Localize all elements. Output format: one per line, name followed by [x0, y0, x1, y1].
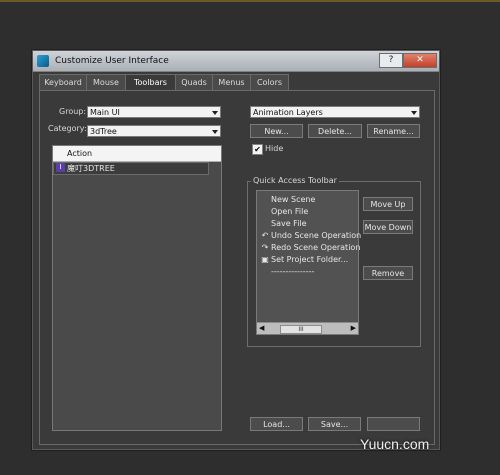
remove-button[interactable]: Remove	[363, 266, 413, 280]
scroll-left-icon[interactable]: ◀	[259, 323, 264, 334]
redo-icon: ↷	[261, 243, 269, 252]
category-dropdown-value: 3dTree	[90, 127, 117, 136]
list-item-label: Redo Scene Operation	[271, 243, 361, 252]
tab-toolbars[interactable]: Toolbars	[125, 74, 176, 91]
category-label: Category:	[48, 124, 87, 133]
list-item-label: Set Project Folder...	[271, 255, 349, 264]
chevron-down-icon	[212, 111, 218, 115]
action-column-header[interactable]: Action	[53, 146, 221, 162]
rename-toolbar-button[interactable]: Rename...	[367, 124, 420, 138]
category-dropdown[interactable]: 3dTree	[87, 125, 221, 137]
load-button[interactable]: Load...	[250, 417, 303, 431]
group-dropdown[interactable]: Main UI	[87, 106, 221, 118]
save-button[interactable]: Save...	[308, 417, 361, 431]
chevron-down-icon	[411, 111, 417, 115]
list-item-label: Save File	[271, 219, 307, 228]
list-item-label: Open File	[271, 207, 309, 216]
window-title: Customize User Interface	[55, 56, 169, 66]
list-item-label: Undo Scene Operation	[271, 231, 362, 240]
quick-access-toolbar-list[interactable]: New Scene Open File Save File ↶ Undo Scen…	[256, 190, 362, 335]
top-border-line	[0, 0, 500, 2]
customize-ui-dialog: Customize User Interface ? ✕ Keyboard Mo…	[32, 50, 440, 450]
move-up-button[interactable]: Move Up	[363, 197, 413, 211]
app-icon	[37, 55, 49, 67]
horizontal-scrollbar[interactable]: ◀ III ▶	[257, 322, 358, 334]
separator-item[interactable]: ---------------	[259, 266, 314, 277]
list-item[interactable]: New Scene	[259, 194, 315, 205]
list-item[interactable]: ▣ Set Project Folder...	[259, 254, 348, 265]
unlabeled-button[interactable]	[367, 417, 420, 431]
close-button[interactable]: ✕	[403, 53, 437, 68]
undo-icon: ↶	[261, 231, 269, 240]
toolbar-dropdown-value: Animation Layers	[253, 108, 323, 117]
chevron-down-icon	[212, 130, 218, 134]
tab-mouse[interactable]: Mouse	[86, 74, 126, 90]
list-item-label: New Scene	[271, 195, 316, 204]
list-item[interactable]: ↷ Redo Scene Operation	[259, 242, 361, 253]
list-item[interactable]: I 魔叮3DTREE	[53, 162, 209, 175]
title-bar[interactable]: Customize User Interface ? ✕	[33, 51, 439, 72]
scrollbar-thumb[interactable]: III	[280, 325, 322, 334]
hide-label: Hide	[265, 144, 284, 153]
list-item[interactable]: ↶ Undo Scene Operation	[259, 230, 362, 241]
toolbar-dropdown[interactable]: Animation Layers	[250, 106, 420, 118]
tab-menus[interactable]: Menus	[212, 74, 251, 90]
tab-keyboard[interactable]: Keyboard	[39, 74, 87, 90]
new-toolbar-button[interactable]: New...	[250, 124, 303, 138]
delete-toolbar-button[interactable]: Delete...	[308, 124, 362, 138]
action-icon: I	[56, 163, 65, 172]
group-dropdown-value: Main UI	[90, 108, 120, 117]
list-item[interactable]: Open File	[259, 206, 308, 217]
watermark-text: Yuucn.com	[360, 436, 430, 452]
tab-colors[interactable]: Colors	[250, 74, 289, 90]
list-item-label: ---------------	[271, 267, 315, 276]
list-item-label: 魔叮3DTREE	[67, 164, 115, 173]
quick-access-toolbar-title: Quick Access Toolbar	[251, 176, 339, 185]
group-label: Group:	[59, 107, 87, 116]
action-header-label: Action	[67, 149, 93, 158]
hide-checkbox[interactable]: ✔	[252, 144, 263, 155]
project-folder-icon: ▣	[261, 255, 269, 264]
scroll-right-icon[interactable]: ▶	[351, 323, 356, 334]
move-down-button[interactable]: Move Down	[363, 220, 413, 234]
help-button[interactable]: ?	[379, 53, 403, 68]
tab-quads[interactable]: Quads	[175, 74, 213, 90]
action-list[interactable]: Action I 魔叮3DTREE	[52, 145, 222, 431]
list-item[interactable]: Save File	[259, 218, 307, 229]
